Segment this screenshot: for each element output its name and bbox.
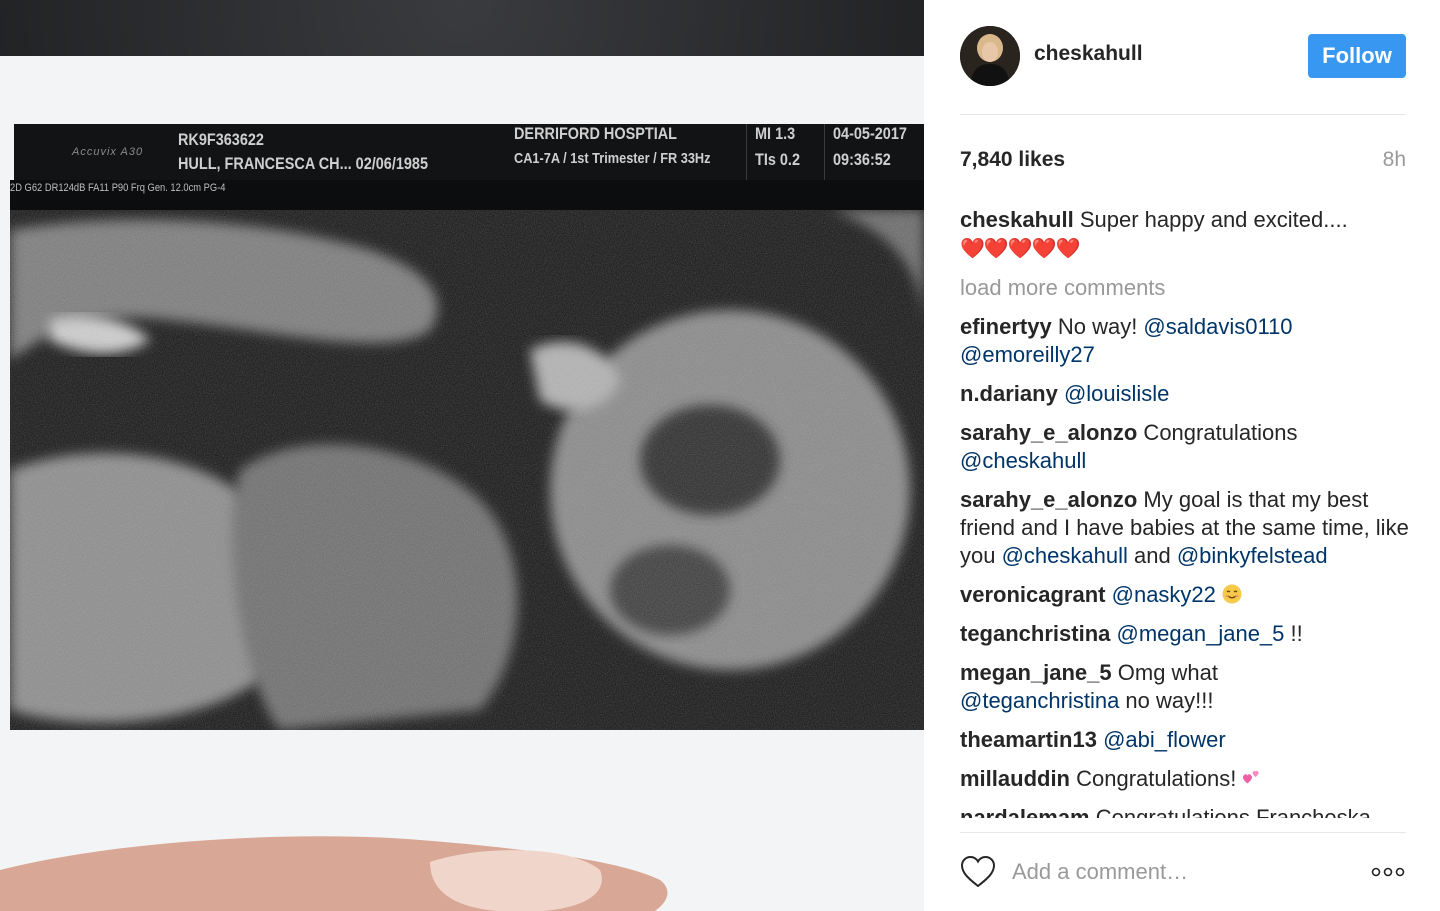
smile-emoji-icon: [1222, 584, 1242, 604]
hospital-name: DERRIFORD HOSPTIAL: [514, 124, 677, 143]
caption-text: Super happy and excited....: [1073, 207, 1348, 232]
comment-author[interactable]: veronicagrant: [960, 582, 1106, 607]
list-item: megan_jane_5 Omg what @teganchristina no…: [960, 659, 1412, 715]
post-age[interactable]: 8h: [1364, 148, 1406, 172]
mention-link[interactable]: @nasky22: [1112, 582, 1216, 607]
mi-value: MI 1.3: [755, 124, 796, 143]
comment-author[interactable]: sarahy_e_alonzo: [960, 487, 1137, 512]
list-item: nardalemam Congratulations Francheska: [960, 804, 1412, 818]
scan-params: 2D G62 DR124dB FA11 P90 Frq Gen. 12.0cm …: [10, 182, 226, 194]
comment-author[interactable]: megan_jane_5: [960, 660, 1112, 685]
comment-text: Congratulations: [1137, 420, 1298, 445]
mention-link[interactable]: @megan_jane_5: [1117, 621, 1285, 646]
post-sidebar: cheskahull Follow 7,840 likes 8h cheskah…: [924, 0, 1440, 911]
tis-value: TIs 0.2: [755, 150, 800, 169]
more-options-icon[interactable]: [1368, 862, 1408, 882]
caption-author[interactable]: cheskahull: [960, 207, 1074, 232]
ultrasound-image: [10, 210, 924, 730]
heart-outline-icon[interactable]: [960, 855, 996, 889]
ultrasound-header: Accuvix A30 RK9F363622 HULL, FRANCESCA C…: [14, 124, 924, 180]
comment-author[interactable]: teganchristina: [960, 621, 1110, 646]
comment-author[interactable]: theamartin13: [960, 727, 1097, 752]
comment-author[interactable]: millauddin: [960, 766, 1070, 791]
header-divider: [824, 124, 825, 180]
comment-author[interactable]: sarahy_e_alonzo: [960, 420, 1137, 445]
list-item: veronicagrant @nasky22: [960, 581, 1412, 609]
list-item: theamartin13 @abi_flower: [960, 726, 1412, 754]
list-item: teganchristina @megan_jane_5 !!: [960, 620, 1412, 648]
post-header: cheskahull Follow: [960, 26, 1406, 88]
comments-list[interactable]: cheskahull Super happy and excited.... ❤…: [960, 206, 1412, 818]
hearts-emoji: ❤️❤️❤️❤️❤️: [960, 238, 1081, 260]
list-item: sarahy_e_alonzo My goal is that my best …: [960, 486, 1412, 570]
comment-text: No way!: [1051, 314, 1144, 339]
patient-name: HULL, FRANCESCA CH... 02/06/1985: [178, 154, 429, 173]
mention-link[interactable]: @cheskahull: [1002, 543, 1128, 568]
load-more-comments-link[interactable]: load more comments: [960, 274, 1412, 302]
comment-author[interactable]: n.dariany: [960, 381, 1058, 406]
mention-link[interactable]: @abi_flower: [1103, 727, 1226, 752]
exam-info: CA1-7A / 1st Trimester / FR 33Hz: [514, 150, 711, 167]
post-photo[interactable]: Accuvix A30 RK9F363622 HULL, FRANCESCA C…: [0, 0, 924, 911]
avatar[interactable]: [960, 26, 1020, 86]
scan-date: 04-05-2017: [833, 124, 907, 143]
likes-count[interactable]: 7,840 likes: [960, 148, 1065, 172]
mention-link[interactable]: @teganchristina: [960, 688, 1119, 713]
comment-text: Congratulations Francheska: [1089, 805, 1371, 818]
avatar-image: [960, 26, 1020, 86]
scan-time: 09:36:52: [833, 150, 891, 169]
mention-link[interactable]: @louislisle: [1064, 381, 1169, 406]
mention-link[interactable]: @saldavis0110: [1143, 314, 1292, 339]
add-comment-input[interactable]: [1012, 854, 1342, 890]
username-link[interactable]: cheskahull: [1034, 42, 1143, 66]
caption: cheskahull Super happy and excited.... ❤…: [960, 206, 1412, 263]
comment-author[interactable]: nardalemam: [960, 805, 1090, 818]
header-divider: [960, 114, 1406, 115]
thumb-holding-printout: [0, 836, 668, 911]
list-item: sarahy_e_alonzo Congratulations @cheskah…: [960, 419, 1412, 475]
mention-link[interactable]: @binkyfelstead: [1177, 543, 1328, 568]
two-hearts-emoji-icon: [1243, 770, 1260, 784]
list-item: efinertyy No way! @saldavis0110 @emoreil…: [960, 313, 1412, 369]
list-item: millauddin Congratulations!: [960, 765, 1412, 793]
comment-text: Congratulations!: [1070, 766, 1243, 791]
machine-logo: Accuvix A30: [72, 146, 144, 158]
patient-id: RK9F363622: [178, 130, 264, 149]
footer-divider: [960, 832, 1406, 833]
mention-link[interactable]: @emoreilly27: [960, 342, 1095, 367]
mention-link[interactable]: @cheskahull: [960, 448, 1086, 473]
list-item: n.dariany @louislisle: [960, 380, 1412, 408]
follow-button[interactable]: Follow: [1308, 34, 1406, 78]
comment-text: !!: [1284, 621, 1303, 646]
header-divider: [746, 124, 747, 180]
comment-author[interactable]: efinertyy: [960, 314, 1052, 339]
comment-text: and: [1127, 543, 1177, 568]
comment-text: Omg what: [1111, 660, 1219, 685]
comment-text: no way!!!: [1119, 688, 1214, 713]
